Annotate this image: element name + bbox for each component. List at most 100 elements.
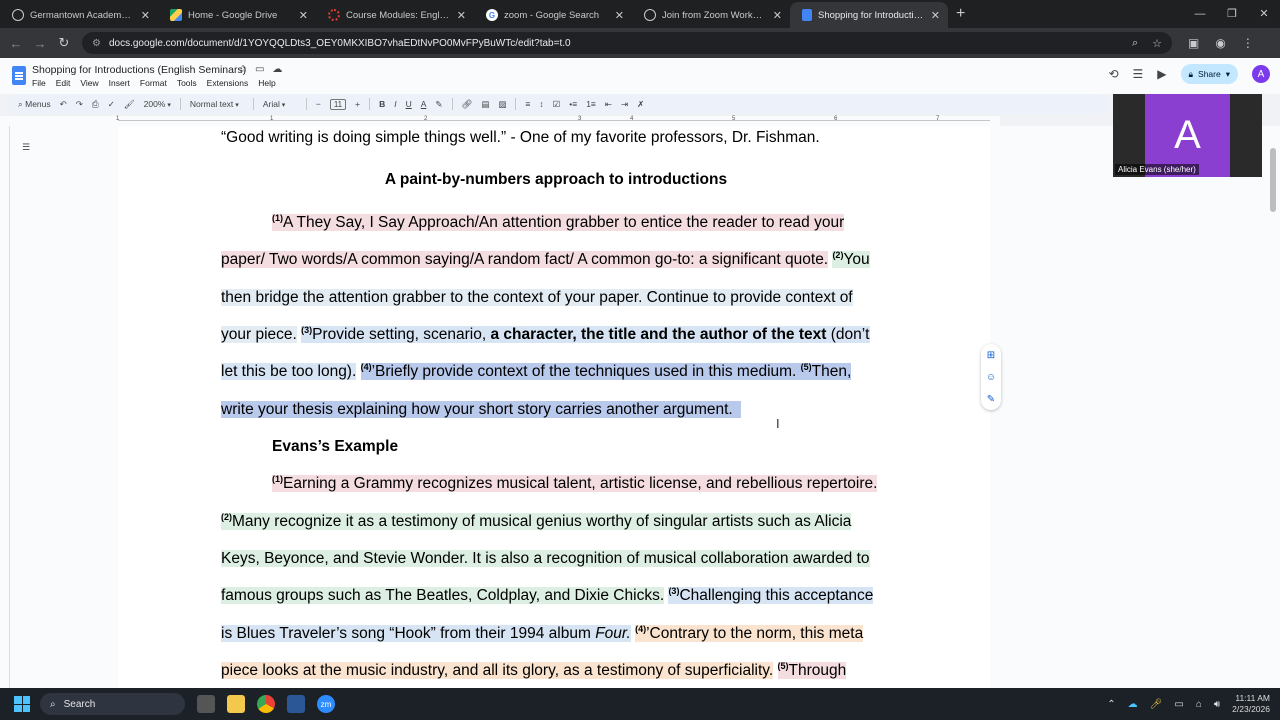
menu-edit[interactable]: Edit <box>56 78 71 88</box>
site-info-icon[interactable]: ⚙ <box>92 38 101 49</box>
minimize-icon[interactable]: — <box>1184 0 1216 28</box>
horizontal-ruler[interactable]: 1 1 2 3 4 5 6 7 <box>0 116 1000 126</box>
zoom-icon[interactable]: zm <box>317 695 335 713</box>
browser-tab-active[interactable]: Shopping for Introductions (En ✕ <box>790 2 948 28</box>
avatar[interactable]: A <box>1252 65 1270 83</box>
move-folder-icon[interactable]: ▭ <box>255 64 264 75</box>
back-icon[interactable]: ← <box>4 36 28 51</box>
align-icon[interactable]: ≡ <box>525 99 530 109</box>
sidepanel-icon[interactable]: ▣ <box>1188 36 1199 50</box>
volume-icon[interactable]: 🔊︎ <box>1214 699 1220 710</box>
checklist-icon[interactable]: ☑ <box>553 99 561 110</box>
clock[interactable]: 11:11 AM 2/23/2026 <box>1232 693 1270 715</box>
display-icon[interactable]: ▭ <box>1174 699 1183 710</box>
text-color-icon[interactable]: A <box>421 99 427 109</box>
cloud-saved-icon[interactable]: ☁ <box>272 64 282 75</box>
add-emoji-icon[interactable]: ☺ <box>986 372 996 383</box>
numbered-list-icon[interactable]: 1≡ <box>586 99 596 109</box>
redo-icon[interactable]: ↷ <box>76 99 83 110</box>
document-page[interactable]: “Good writing is doing simple things wel… <box>118 126 990 688</box>
zoom-select[interactable]: 200% <box>144 99 171 109</box>
browser-tab[interactable]: Join from Zoom Workplace app ✕ <box>632 2 790 28</box>
version-history-icon[interactable]: ⟲ <box>1108 67 1118 81</box>
quote-line: “Good writing is doing simple things wel… <box>221 129 820 146</box>
maximize-icon[interactable]: ❐ <box>1216 0 1248 28</box>
style-select[interactable]: Normal text <box>190 99 244 109</box>
taskbar-search[interactable]: ⌕ Search <box>40 693 185 715</box>
chrome-menu-icon[interactable]: ⋮ <box>1242 36 1254 50</box>
browser-tab[interactable]: Germantown Academy - Emplo ✕ <box>0 2 158 28</box>
bold-icon[interactable]: B <box>379 99 385 109</box>
chevron-up-icon[interactable]: ⌃ <box>1107 699 1115 710</box>
line-spacing-icon[interactable]: ↕ <box>539 99 543 109</box>
profile-icon[interactable]: ◉ <box>1215 36 1225 50</box>
menu-insert[interactable]: Insert <box>109 78 130 88</box>
link-icon[interactable]: 🔗︎ <box>462 99 473 110</box>
add-comment-icon[interactable]: ⊞ <box>987 350 995 361</box>
onedrive-icon[interactable]: ☁ <box>1128 699 1138 710</box>
docs-logo-icon[interactable] <box>12 66 26 85</box>
suggest-edits-icon[interactable]: ✎ <box>987 394 995 405</box>
vertical-ruler[interactable] <box>4 126 10 688</box>
right-pane <box>990 126 1280 688</box>
menu-file[interactable]: File <box>32 78 46 88</box>
browser-tab[interactable]: Home - Google Drive ✕ <box>158 2 316 28</box>
close-tab-icon[interactable]: ✕ <box>931 9 940 22</box>
meet-icon[interactable]: ▶ <box>1157 67 1166 81</box>
menus-search-button[interactable]: ⌕ Menus <box>18 99 51 110</box>
clear-formatting-icon[interactable]: ✗ <box>637 99 644 110</box>
microphone-icon[interactable]: 🎤︎ <box>1150 699 1163 710</box>
font-size-input[interactable]: 11 <box>329 98 347 110</box>
paragraph-line: is Blues Traveler’s song “Hook” from the… <box>221 624 864 642</box>
close-tab-icon[interactable]: ✕ <box>457 9 466 22</box>
decrease-indent-icon[interactable]: ⇤ <box>605 99 612 110</box>
zoom-video-tile[interactable]: A Alicia Evans (she/her) <box>1113 94 1262 177</box>
italic-icon[interactable]: I <box>394 99 396 109</box>
zoom-page-icon[interactable]: ⌕ <box>1132 37 1138 50</box>
spellcheck-icon[interactable]: ✓ <box>108 99 115 110</box>
menu-format[interactable]: Format <box>140 78 167 88</box>
font-select[interactable]: Arial <box>263 99 297 109</box>
menu-view[interactable]: View <box>80 78 98 88</box>
network-icon[interactable]: ⌂ <box>1196 699 1202 710</box>
underline-icon[interactable]: U <box>406 99 412 109</box>
tab-title: Join from Zoom Workplace app <box>662 9 767 21</box>
vertical-scrollbar[interactable] <box>1270 148 1276 212</box>
address-bar[interactable]: ⚙ docs.google.com/document/d/1YOYQQLDts3… <box>82 32 1172 54</box>
chrome-icon[interactable] <box>257 695 275 713</box>
bulleted-list-icon[interactable]: •≡ <box>569 99 577 109</box>
close-tab-icon[interactable]: ✕ <box>615 9 624 22</box>
bookmark-star-icon[interactable]: ☆ <box>1152 37 1162 50</box>
increase-font-icon[interactable]: + <box>355 99 360 109</box>
increase-indent-icon[interactable]: ⇥ <box>621 99 628 110</box>
reload-icon[interactable]: ↻ <box>52 35 76 51</box>
comments-icon[interactable]: ☰ <box>1133 67 1144 81</box>
paint-format-icon[interactable]: 🖌︎ <box>124 99 135 110</box>
task-view-icon[interactable] <box>197 695 215 713</box>
close-tab-icon[interactable]: ✕ <box>141 9 150 22</box>
app-icon[interactable] <box>287 695 305 713</box>
print-icon[interactable]: ⎙ <box>92 99 99 110</box>
add-comment-icon[interactable]: ▤ <box>481 99 489 110</box>
close-tab-icon[interactable]: ✕ <box>773 9 782 22</box>
menu-tools[interactable]: Tools <box>177 78 197 88</box>
menu-extensions[interactable]: Extensions <box>207 78 249 88</box>
docs-header: Shopping for Introductions (English Semi… <box>0 58 1280 94</box>
star-icon[interactable]: ☆ <box>238 64 247 75</box>
new-tab-button[interactable]: + <box>956 5 965 23</box>
share-button[interactable]: 🔒︎ Share ▾ <box>1180 64 1238 84</box>
insert-image-icon[interactable]: ▨ <box>498 99 506 110</box>
undo-icon[interactable]: ↶ <box>60 99 67 110</box>
browser-tab[interactable]: Course Modules: English Semin ✕ <box>316 2 474 28</box>
windows-start-icon[interactable] <box>14 696 30 712</box>
document-title[interactable]: Shopping for Introductions (English Semi… <box>32 64 246 76</box>
close-tab-icon[interactable]: ✕ <box>299 9 308 22</box>
close-window-icon[interactable]: ✕ <box>1248 0 1280 28</box>
document-outline-icon[interactable]: ☰ <box>22 142 30 153</box>
menu-help[interactable]: Help <box>258 78 275 88</box>
browser-tab[interactable]: G zoom - Google Search ✕ <box>474 2 632 28</box>
decrease-font-icon[interactable]: − <box>316 99 321 109</box>
highlight-icon[interactable]: ✎ <box>435 99 442 110</box>
forward-icon[interactable]: → <box>28 36 52 51</box>
file-explorer-icon[interactable] <box>227 695 245 713</box>
